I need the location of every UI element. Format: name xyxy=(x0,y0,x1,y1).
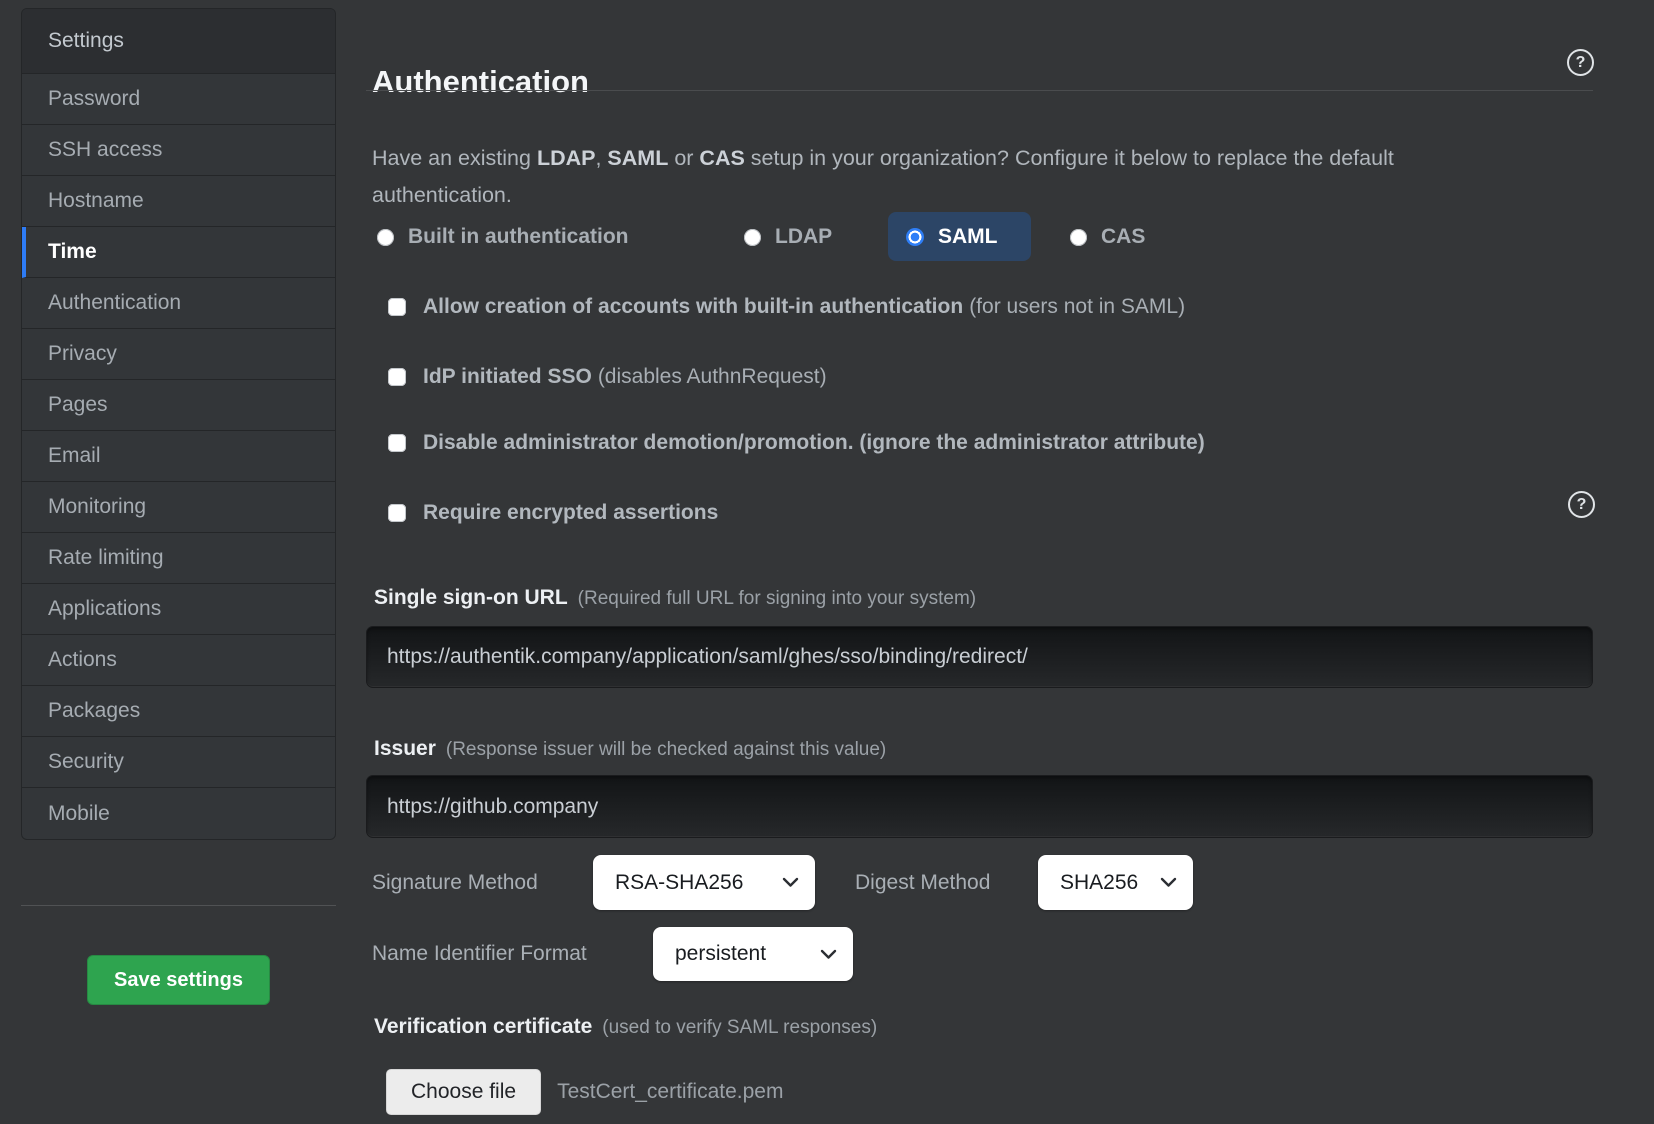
radio-icon[interactable] xyxy=(744,229,761,246)
signature-method-label: Signature Method xyxy=(372,870,538,896)
sidebar-item-security[interactable]: Security xyxy=(22,737,335,788)
sidebar-item-time[interactable]: Time xyxy=(22,227,335,278)
radio-selected-icon[interactable] xyxy=(906,228,924,246)
checkbox[interactable] xyxy=(388,504,406,522)
choose-file-button[interactable]: Choose file xyxy=(386,1069,541,1115)
digest-method-label: Digest Method xyxy=(855,870,990,896)
name-identifier-format-select[interactable]: persistent xyxy=(653,927,853,981)
help-icon[interactable]: ? xyxy=(1567,49,1594,76)
radio-icon[interactable] xyxy=(377,229,394,246)
sidebar-divider xyxy=(21,905,336,906)
checkbox-row-disable-admin-demotion: Disable administrator demotion/promotion… xyxy=(388,430,1211,456)
sidebar-item-authentication[interactable]: Authentication xyxy=(22,278,335,329)
radio-label[interactable]: CAS xyxy=(1101,225,1145,249)
sidebar-item-actions[interactable]: Actions xyxy=(22,635,335,686)
radio-label[interactable]: LDAP xyxy=(775,225,832,249)
radio-saml-selected[interactable]: SAML xyxy=(888,212,1031,261)
verification-certificate-label: Verification certificate (used to verify… xyxy=(374,1015,877,1039)
radio-label[interactable]: Built in authentication xyxy=(408,225,629,249)
verification-certificate-file-row: Choose file TestCert_certificate.pem xyxy=(386,1069,783,1115)
sidebar-item-mobile[interactable]: Mobile xyxy=(22,788,335,839)
issuer-label: Issuer (Response issuer will be checked … xyxy=(374,737,886,761)
sso-url-label: Single sign-on URL (Required full URL fo… xyxy=(374,586,976,610)
sidebar-item-monitoring[interactable]: Monitoring xyxy=(22,482,335,533)
help-icon[interactable]: ? xyxy=(1568,491,1595,518)
sidebar-item-applications[interactable]: Applications xyxy=(22,584,335,635)
chosen-filename: TestCert_certificate.pem xyxy=(557,1080,783,1104)
sidebar-item-privacy[interactable]: Privacy xyxy=(22,329,335,380)
checkbox-label[interactable]: Disable administrator demotion/promotion… xyxy=(423,431,1211,455)
issuer-input[interactable] xyxy=(366,775,1593,838)
checkbox-label[interactable]: Allow creation of accounts with built-in… xyxy=(423,295,1185,319)
sidebar-item-packages[interactable]: Packages xyxy=(22,686,335,737)
sidebar-item-email[interactable]: Email xyxy=(22,431,335,482)
radio-cas[interactable]: CAS xyxy=(1070,224,1145,250)
checkbox-row-idp-initiated-sso: IdP initiated SSO(disables AuthnRequest) xyxy=(388,364,827,390)
radio-ldap[interactable]: LDAP xyxy=(744,224,832,250)
checkbox[interactable] xyxy=(388,368,406,386)
digest-method-select[interactable]: SHA256 xyxy=(1038,855,1193,910)
chevron-down-icon xyxy=(820,949,837,960)
intro-text: Have an existing LDAP, SAML or CAS setup… xyxy=(372,140,1452,214)
checkbox[interactable] xyxy=(388,298,406,316)
settings-sidebar: Settings Password SSH access Hostname Ti… xyxy=(21,8,336,840)
chevron-down-icon xyxy=(782,877,799,888)
checkbox-row-require-encrypted-assertions: Require encrypted assertions xyxy=(388,500,724,526)
chevron-down-icon xyxy=(1160,877,1177,888)
sso-url-input[interactable] xyxy=(366,626,1593,688)
sidebar-item-password[interactable]: Password xyxy=(22,74,335,125)
radio-label[interactable]: SAML xyxy=(938,225,998,249)
page: Settings Password SSH access Hostname Ti… xyxy=(0,0,1654,1124)
sidebar-item-pages[interactable]: Pages xyxy=(22,380,335,431)
save-settings-button[interactable]: Save settings xyxy=(87,955,270,1005)
name-identifier-format-label: Name Identifier Format xyxy=(372,941,587,967)
checkbox[interactable] xyxy=(388,434,406,452)
page-title: Authentication xyxy=(372,63,589,101)
checkbox-row-allow-builtin-accounts: Allow creation of accounts with built-in… xyxy=(388,294,1185,320)
signature-method-select[interactable]: RSA-SHA256 xyxy=(593,855,815,910)
sidebar-item-ssh-access[interactable]: SSH access xyxy=(22,125,335,176)
checkbox-label[interactable]: IdP initiated SSO(disables AuthnRequest) xyxy=(423,365,827,389)
sidebar-item-rate-limiting[interactable]: Rate limiting xyxy=(22,533,335,584)
sidebar-item-hostname[interactable]: Hostname xyxy=(22,176,335,227)
radio-built-in-authentication[interactable]: Built in authentication xyxy=(377,224,629,250)
radio-icon[interactable] xyxy=(1070,229,1087,246)
title-divider xyxy=(366,90,1593,91)
checkbox-label[interactable]: Require encrypted assertions xyxy=(423,501,724,525)
sidebar-title: Settings xyxy=(22,9,335,74)
